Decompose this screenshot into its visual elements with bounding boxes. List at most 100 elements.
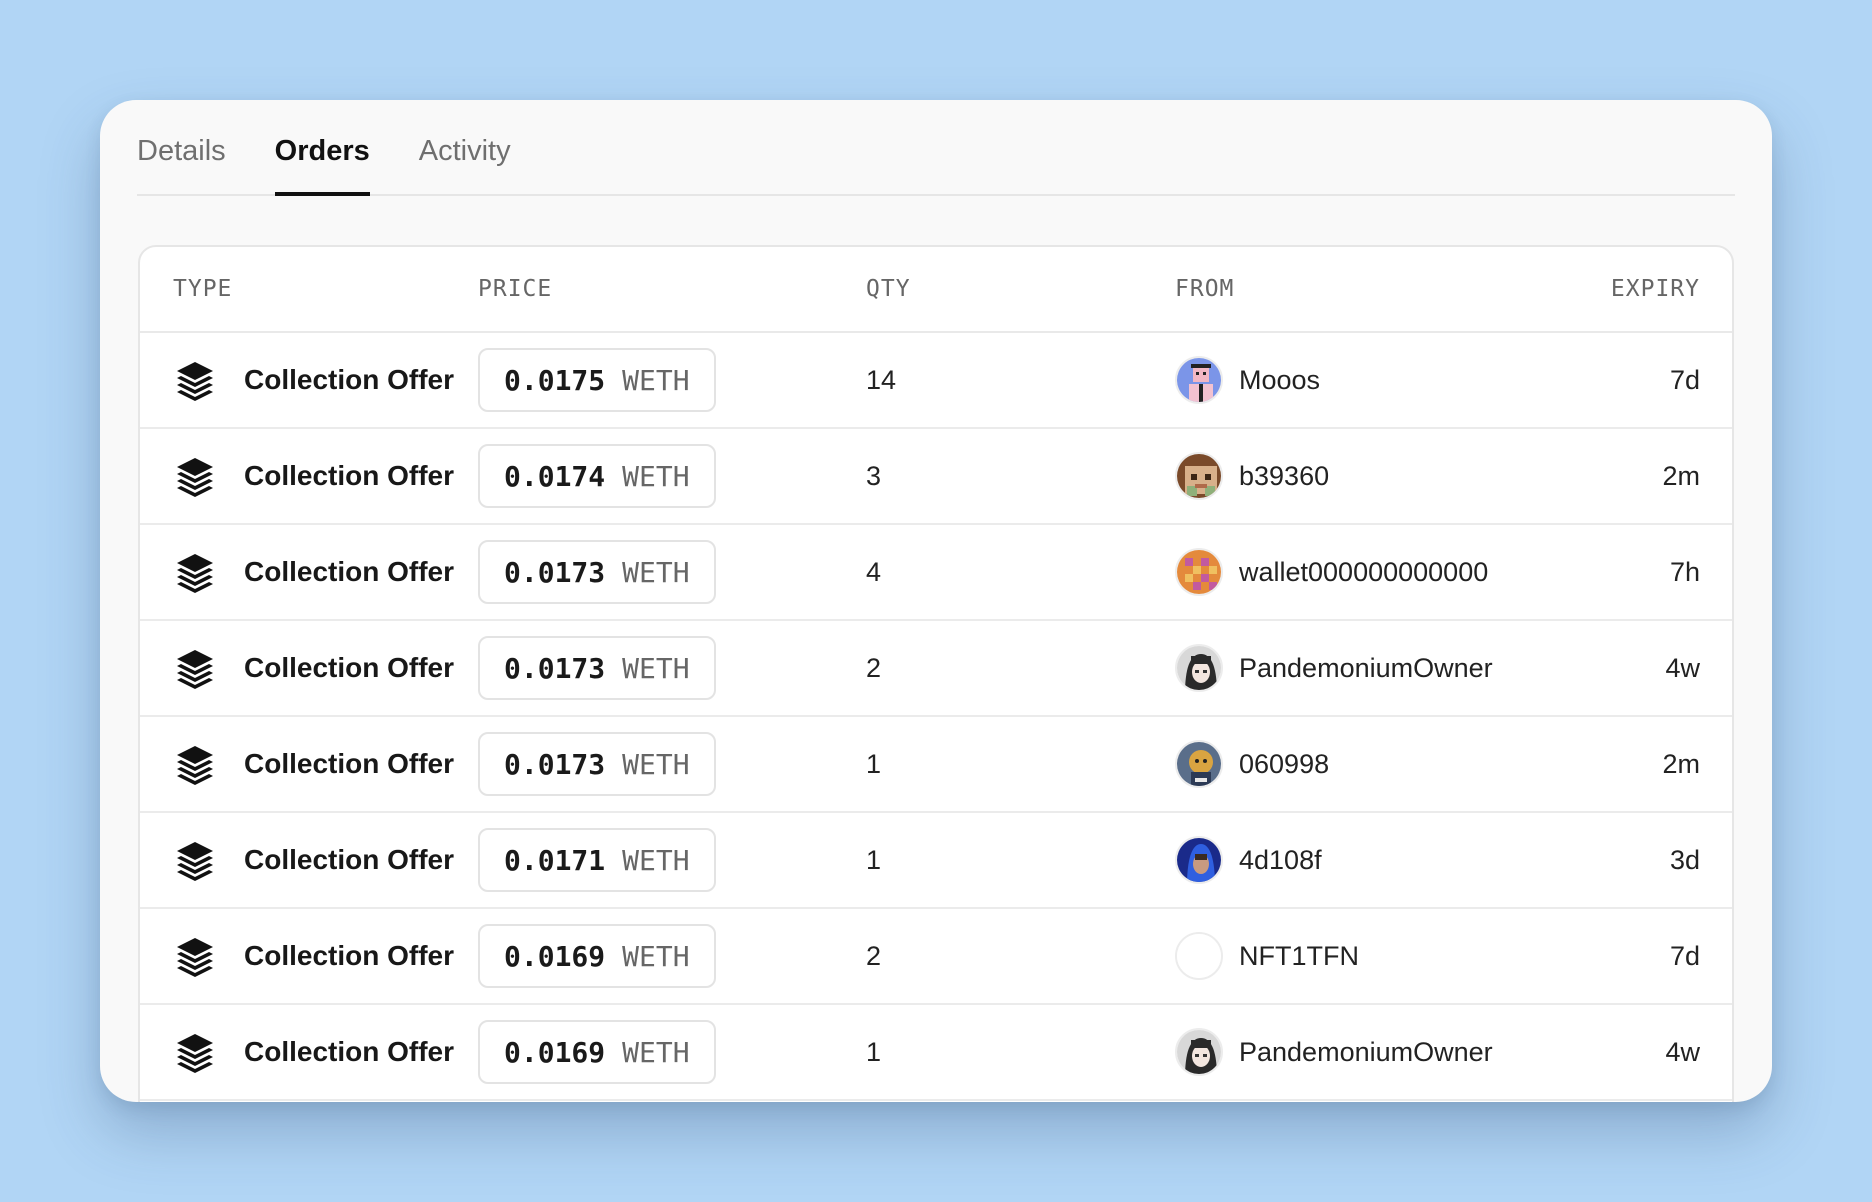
from-name[interactable]: 4d108f — [1239, 845, 1322, 876]
avatar-empty[interactable] — [1175, 932, 1223, 980]
table-row[interactable]: Collection Offer 0.0171 WETH 1 4d108f 3d — [140, 813, 1732, 909]
expiry-cell: 4w — [1665, 652, 1700, 683]
order-type: Collection Offer — [244, 364, 455, 395]
price-badge[interactable]: 0.0174 WETH — [478, 444, 716, 508]
price-value: 0.0171 — [504, 843, 606, 877]
qty-cell: 14 — [866, 364, 897, 395]
from-cell[interactable]: Mooos — [1175, 356, 1560, 404]
from-cell[interactable]: 060998 — [1175, 740, 1560, 788]
price-currency: WETH — [622, 363, 690, 397]
avatar-pink-character[interactable] — [1175, 356, 1223, 404]
qty-cell: 2 — [866, 652, 882, 683]
qty-cell: 1 — [866, 844, 882, 875]
order-type: Collection Offer — [244, 1036, 455, 1067]
type-cell: Collection Offer — [140, 742, 478, 786]
table-row[interactable]: Collection Offer 0.0173 WETH 4 wallet000… — [140, 525, 1732, 621]
from-name[interactable]: PandemoniumOwner — [1239, 1037, 1493, 1068]
tab-details[interactable]: Details — [137, 135, 226, 194]
price-badge[interactable]: 0.0169 WETH — [478, 1020, 716, 1084]
table-row[interactable]: Collection Offer 0.0173 WETH 2 Pandemoni… — [140, 621, 1732, 717]
price-currency: WETH — [622, 651, 690, 685]
expiry-cell: 2m — [1662, 460, 1700, 491]
avatar-anime-girl[interactable] — [1175, 1028, 1223, 1076]
from-cell[interactable]: 4d108f — [1175, 836, 1560, 884]
price-cell: 0.0171 WETH — [478, 828, 866, 892]
from-cell[interactable]: wallet000000000000 — [1175, 548, 1560, 596]
expiry-cell: 3d — [1669, 844, 1700, 875]
price-currency: WETH — [622, 459, 690, 493]
qty-cell: 1 — [866, 748, 882, 779]
from-name[interactable]: 060998 — [1239, 749, 1329, 780]
price-value: 0.0173 — [504, 555, 606, 589]
price-badge[interactable]: 0.0173 WETH — [478, 540, 716, 604]
expiry-cell: 7d — [1669, 364, 1700, 395]
price-cell: 0.0175 WETH — [478, 348, 866, 412]
avatar-gold-character[interactable] — [1175, 740, 1223, 788]
from-name[interactable]: b39360 — [1239, 461, 1329, 492]
header-from[interactable]: FROM — [1175, 276, 1560, 302]
table-row[interactable]: Collection Offer 0.0169 WETH 2 NFT1TFN 7… — [140, 909, 1732, 1005]
price-value: 0.0173 — [504, 651, 606, 685]
orders-card: Details Orders Activity TYPE PRICE QTY F… — [100, 100, 1772, 1102]
avatar-anime-girl[interactable] — [1175, 644, 1223, 692]
qty-cell: 4 — [866, 556, 882, 587]
layers-icon — [173, 358, 217, 402]
avatar-orange-pixel[interactable] — [1175, 548, 1223, 596]
price-badge[interactable]: 0.0169 WETH — [478, 924, 716, 988]
order-type: Collection Offer — [244, 940, 455, 971]
type-cell: Collection Offer — [140, 646, 478, 690]
type-cell: Collection Offer — [140, 454, 478, 498]
avatar-brown-pixel[interactable] — [1175, 452, 1223, 500]
price-cell: 0.0173 WETH — [478, 540, 866, 604]
table-header: TYPE PRICE QTY FROM EXPIRY — [140, 247, 1732, 333]
from-name[interactable]: PandemoniumOwner — [1239, 653, 1493, 684]
tab-orders[interactable]: Orders — [274, 135, 370, 196]
price-cell: 0.0169 WETH — [478, 1020, 866, 1084]
price-badge[interactable]: 0.0171 WETH — [478, 828, 716, 892]
orders-table: TYPE PRICE QTY FROM EXPIRY Collection Of… — [138, 245, 1734, 1102]
table-row[interactable]: Collection Offer 0.0169 WETH 1 Pandemoni… — [140, 1005, 1732, 1101]
price-badge[interactable]: 0.0173 WETH — [478, 636, 716, 700]
type-cell: Collection Offer — [140, 358, 478, 402]
price-cell: 0.0173 WETH — [478, 636, 866, 700]
expiry-cell: 7d — [1669, 940, 1700, 971]
from-cell[interactable]: NFT1TFN — [1175, 932, 1560, 980]
from-cell[interactable]: PandemoniumOwner — [1175, 1028, 1560, 1076]
expiry-cell: 2m — [1662, 748, 1700, 779]
layers-icon — [173, 934, 217, 978]
price-cell: 0.0173 WETH — [478, 732, 866, 796]
order-type: Collection Offer — [244, 748, 455, 779]
price-currency: WETH — [622, 843, 690, 877]
price-cell: 0.0174 WETH — [478, 444, 866, 508]
order-type: Collection Offer — [244, 652, 455, 683]
price-value: 0.0175 — [504, 363, 606, 397]
from-cell[interactable]: PandemoniumOwner — [1175, 644, 1560, 692]
header-type[interactable]: TYPE — [140, 276, 478, 302]
header-expiry[interactable]: EXPIRY — [1560, 276, 1700, 302]
qty-cell: 3 — [866, 460, 882, 491]
from-name[interactable]: NFT1TFN — [1239, 941, 1359, 972]
table-row[interactable]: Collection Offer 0.0175 WETH 14 Mooos 7d — [140, 333, 1732, 429]
price-badge[interactable]: 0.0173 WETH — [478, 732, 716, 796]
tab-activity[interactable]: Activity — [419, 135, 511, 194]
price-badge[interactable]: 0.0175 WETH — [478, 348, 716, 412]
price-value: 0.0169 — [504, 1035, 606, 1069]
avatar-blue-hood[interactable] — [1175, 836, 1223, 884]
header-price[interactable]: PRICE — [478, 276, 866, 302]
header-qty[interactable]: QTY — [866, 276, 1175, 302]
from-cell[interactable]: b39360 — [1175, 452, 1560, 500]
qty-cell: 1 — [866, 1036, 882, 1067]
order-type: Collection Offer — [244, 844, 455, 875]
order-type: Collection Offer — [244, 556, 455, 587]
type-cell: Collection Offer — [140, 550, 478, 594]
layers-icon — [173, 838, 217, 882]
price-currency: WETH — [622, 747, 690, 781]
table-row[interactable]: Collection Offer 0.0174 WETH 3 b39360 2m — [140, 429, 1732, 525]
table-row[interactable]: Collection Offer 0.0173 WETH 1 060998 2m — [140, 717, 1732, 813]
tab-bar: Details Orders Activity — [137, 100, 1735, 196]
from-name[interactable]: Mooos — [1239, 365, 1320, 396]
price-value: 0.0174 — [504, 459, 606, 493]
table-body: Collection Offer 0.0175 WETH 14 Mooos 7d… — [140, 333, 1732, 1101]
type-cell: Collection Offer — [140, 1030, 478, 1074]
from-name[interactable]: wallet000000000000 — [1239, 557, 1488, 588]
